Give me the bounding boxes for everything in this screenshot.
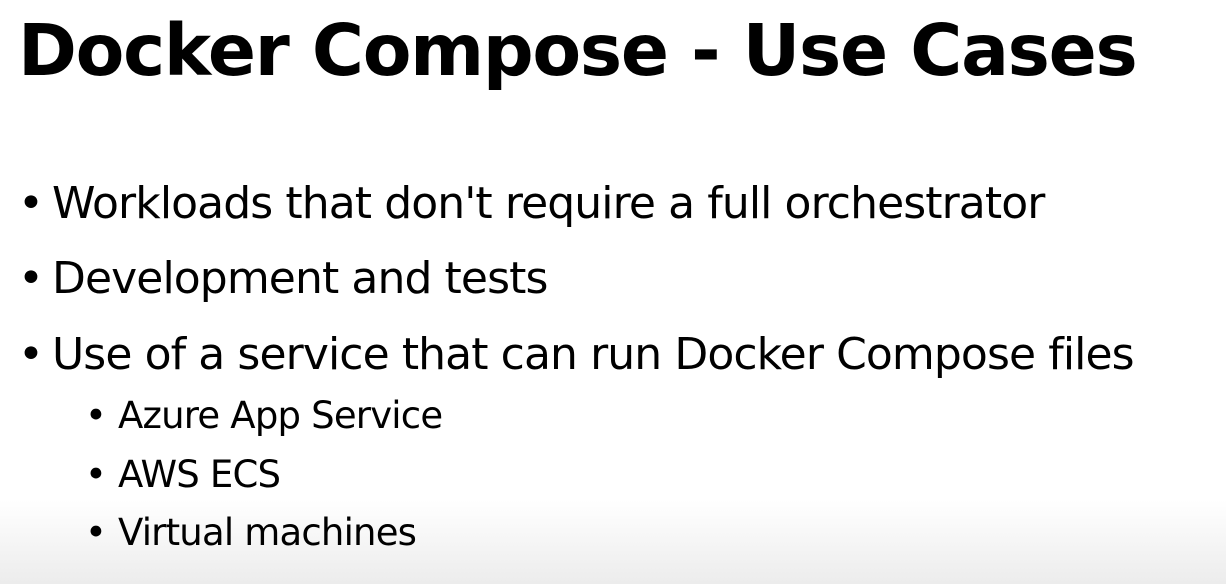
sub-bullet-text: Virtual machines bbox=[118, 511, 417, 554]
sub-bullet-text: Azure App Service bbox=[118, 394, 443, 437]
sub-bullet-item: • Azure App Service bbox=[85, 393, 443, 439]
bullet-dot-icon: • bbox=[18, 178, 44, 229]
bullet-dot-icon: • bbox=[85, 453, 107, 496]
bullet-dot-icon: • bbox=[85, 511, 107, 554]
bullet-dot-icon: • bbox=[18, 329, 44, 380]
sub-bullet-item: • AWS ECS bbox=[85, 452, 281, 498]
bullet-list: • Workloads that don't require a full or… bbox=[18, 0, 1218, 584]
bullet-text: Development and tests bbox=[52, 253, 548, 304]
bullet-item: • Use of a service that can run Docker C… bbox=[18, 327, 1135, 383]
bullet-text: Use of a service that can run Docker Com… bbox=[52, 329, 1135, 380]
bullet-dot-icon: • bbox=[18, 253, 44, 304]
bullet-text: Workloads that don't require a full orch… bbox=[52, 178, 1045, 229]
sub-bullet-item: • Virtual machines bbox=[85, 510, 417, 556]
bullet-item: • Workloads that don't require a full or… bbox=[18, 176, 1045, 232]
sub-bullet-text: AWS ECS bbox=[118, 453, 281, 496]
bullet-dot-icon: • bbox=[85, 394, 107, 437]
bullet-item: • Development and tests bbox=[18, 251, 548, 307]
